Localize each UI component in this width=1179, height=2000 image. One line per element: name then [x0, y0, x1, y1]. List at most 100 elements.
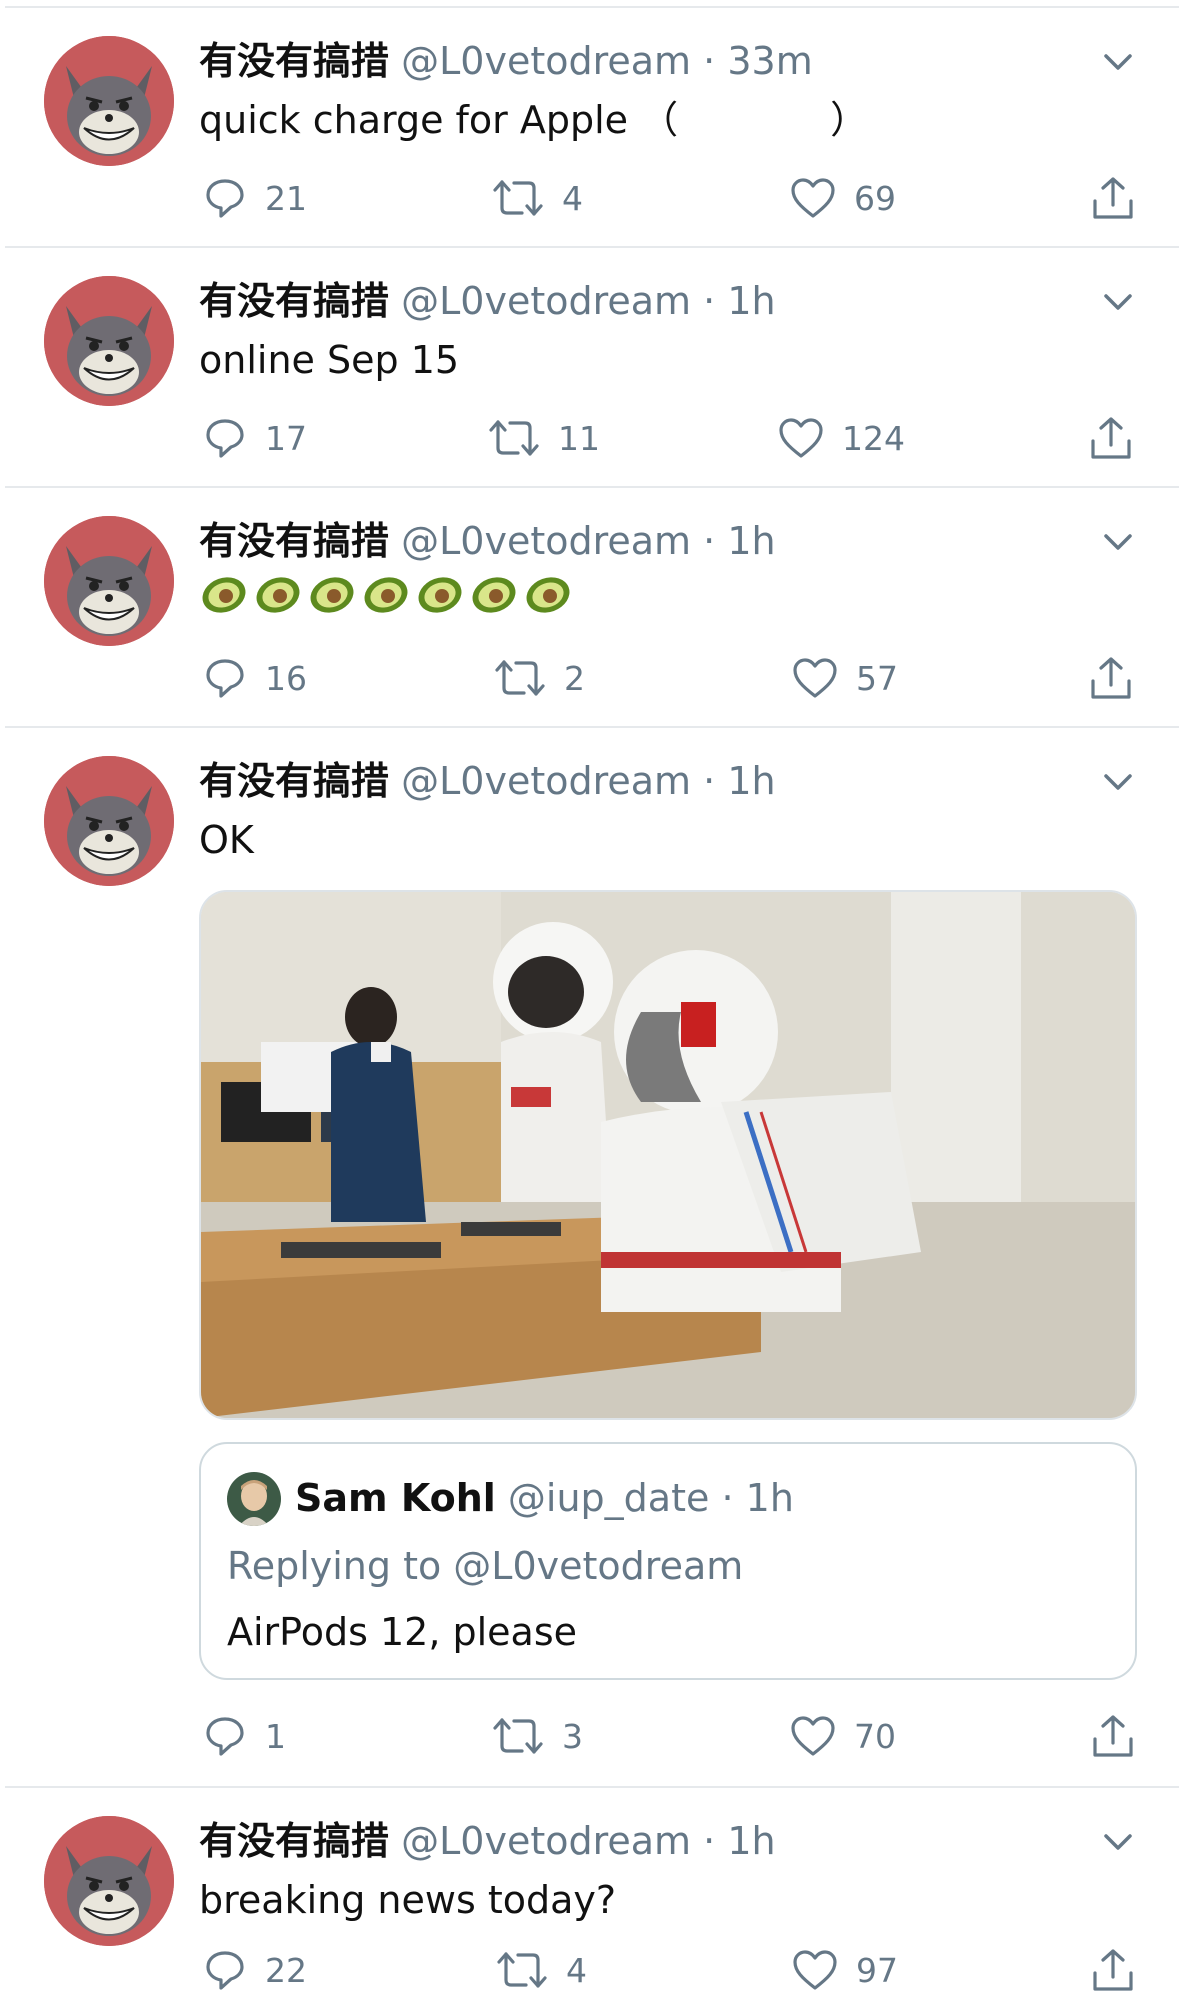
separator-dot: · [703, 519, 716, 563]
timeline-feed: 有没有搞措 @L0vetodream · 33m quick charge fo… [0, 0, 1179, 2000]
tweet-actions: 16 2 57 [0, 650, 1179, 706]
like-button[interactable]: 97 [792, 1942, 898, 1998]
separator-dot: · [703, 1819, 716, 1863]
like-button[interactable]: 57 [792, 650, 898, 706]
chevron-down-icon[interactable] [1098, 1822, 1138, 1862]
like-count: 70 [854, 1716, 896, 1756]
timestamp[interactable]: 1h [727, 519, 775, 563]
timestamp[interactable]: 33m [727, 39, 812, 83]
like-button[interactable]: 70 [790, 1708, 896, 1764]
reply-button[interactable]: 16 [203, 650, 307, 706]
tweet-header: 有没有搞措 @L0vetodream · 1h [199, 756, 776, 806]
avocado-emoji-icon [472, 577, 516, 613]
avatar[interactable] [44, 756, 174, 886]
retweet-count: 11 [558, 418, 600, 458]
tweet-actions: 21 4 69 [0, 170, 1179, 226]
tweet[interactable]: 有没有搞措 @L0vetodream · 1h online Sep 15 17… [0, 240, 1179, 488]
share-icon [1093, 1715, 1133, 1757]
tweet[interactable]: 有没有搞措 @L0vetodream · 33m quick charge fo… [0, 0, 1179, 248]
user-handle[interactable]: @L0vetodream [401, 279, 691, 323]
cartoon-cat-avatar-icon [44, 36, 174, 166]
quoted-avatar[interactable] [227, 1472, 281, 1526]
user-handle[interactable]: @L0vetodream [401, 759, 691, 803]
display-name[interactable]: 有没有搞措 [199, 279, 389, 323]
reply-button[interactable]: 17 [203, 410, 307, 466]
cartoon-cat-avatar-icon [44, 756, 174, 886]
timestamp[interactable]: 1h [727, 279, 775, 323]
separator-dot: · [703, 759, 716, 803]
quoted-timestamp: 1h [745, 1476, 794, 1520]
display-name[interactable]: 有没有搞措 [199, 1819, 389, 1863]
share-icon [1093, 1949, 1133, 1991]
tweet-header: 有没有搞措 @L0vetodream · 33m [199, 36, 813, 86]
retweet-icon [495, 660, 545, 696]
share-button[interactable] [1090, 1942, 1136, 1998]
tweet[interactable]: 有没有搞措 @L0vetodream · 1h OK Sam Kohl @iup… [0, 720, 1179, 1786]
reply-button[interactable]: 22 [203, 1942, 307, 1998]
share-button[interactable] [1088, 410, 1134, 466]
display-name[interactable]: 有没有搞措 [199, 39, 389, 83]
tweet-actions: 17 11 124 [0, 410, 1179, 466]
apple-store-astronauts-photo-icon [201, 892, 1135, 1418]
separator-dot: · [721, 1476, 734, 1520]
retweet-button[interactable]: 4 [492, 170, 583, 226]
display-name[interactable]: 有没有搞措 [199, 519, 389, 563]
quoted-tweet[interactable]: Sam Kohl @iup_date · 1h Replying to @L0v… [199, 1442, 1137, 1680]
tweet-text: quick charge for Apple （ ） [199, 98, 869, 142]
share-icon [1093, 177, 1133, 219]
retweet-icon [493, 180, 543, 216]
cartoon-cat-avatar-icon [44, 276, 174, 406]
tweet-photo[interactable] [199, 890, 1137, 1420]
share-button[interactable] [1090, 170, 1136, 226]
reply-count: 22 [265, 1950, 307, 1990]
chevron-down-icon[interactable] [1098, 522, 1138, 562]
avocado-emoji-icon [310, 577, 354, 613]
avatar[interactable] [44, 516, 174, 646]
quoted-header: Sam Kohl @iup_date · 1h [295, 1472, 794, 1524]
chevron-down-icon[interactable] [1098, 762, 1138, 802]
reply-button[interactable]: 1 [203, 1708, 286, 1764]
quoted-display-name[interactable]: Sam Kohl [295, 1476, 496, 1520]
retweet-count: 4 [562, 178, 583, 218]
retweet-button[interactable]: 11 [488, 410, 600, 466]
chevron-down-icon[interactable] [1098, 282, 1138, 322]
share-icon [1091, 417, 1131, 459]
chevron-down-icon[interactable] [1098, 42, 1138, 82]
avocado-emoji-icon [526, 577, 570, 613]
user-avatar-icon [227, 1472, 281, 1526]
user-handle[interactable]: @L0vetodream [401, 519, 691, 563]
avatar[interactable] [44, 36, 174, 166]
avatar[interactable] [44, 1816, 174, 1946]
tweet[interactable]: 有没有搞措 @L0vetodream · 1h breaking news to… [0, 1780, 1179, 2000]
display-name[interactable]: 有没有搞措 [199, 759, 389, 803]
retweet-count: 2 [564, 658, 585, 698]
reply-button[interactable]: 21 [203, 170, 307, 226]
share-button[interactable] [1090, 1708, 1136, 1764]
retweet-count: 4 [566, 1950, 587, 1990]
timestamp[interactable]: 1h [727, 1819, 775, 1863]
like-button[interactable]: 69 [790, 170, 896, 226]
like-icon [791, 178, 835, 218]
like-button[interactable]: 124 [778, 410, 905, 466]
tweet-header: 有没有搞措 @L0vetodream · 1h [199, 516, 776, 566]
timestamp[interactable]: 1h [727, 759, 775, 803]
retweet-icon [493, 1718, 543, 1754]
user-handle[interactable]: @L0vetodream [401, 39, 691, 83]
like-icon [779, 418, 823, 458]
retweet-count: 3 [562, 1716, 583, 1756]
like-count: 69 [854, 178, 896, 218]
avatar[interactable] [44, 276, 174, 406]
user-handle[interactable]: @L0vetodream [401, 1819, 691, 1863]
tweet[interactable]: 有没有搞措 @L0vetodream · 1h 16 2 57 [0, 480, 1179, 728]
separator-dot: · [703, 39, 716, 83]
retweet-button[interactable]: 4 [496, 1942, 587, 1998]
share-button[interactable] [1088, 650, 1134, 706]
tweet-actions: 22 4 97 [0, 1942, 1179, 1998]
retweet-button[interactable]: 3 [492, 1708, 583, 1764]
tweet-header: 有没有搞措 @L0vetodream · 1h [199, 276, 776, 326]
reply-count: 17 [265, 418, 307, 458]
retweet-icon [489, 420, 539, 456]
quoted-user-handle[interactable]: @iup_date [508, 1476, 709, 1520]
reply-count: 21 [265, 178, 307, 218]
retweet-button[interactable]: 2 [494, 650, 585, 706]
